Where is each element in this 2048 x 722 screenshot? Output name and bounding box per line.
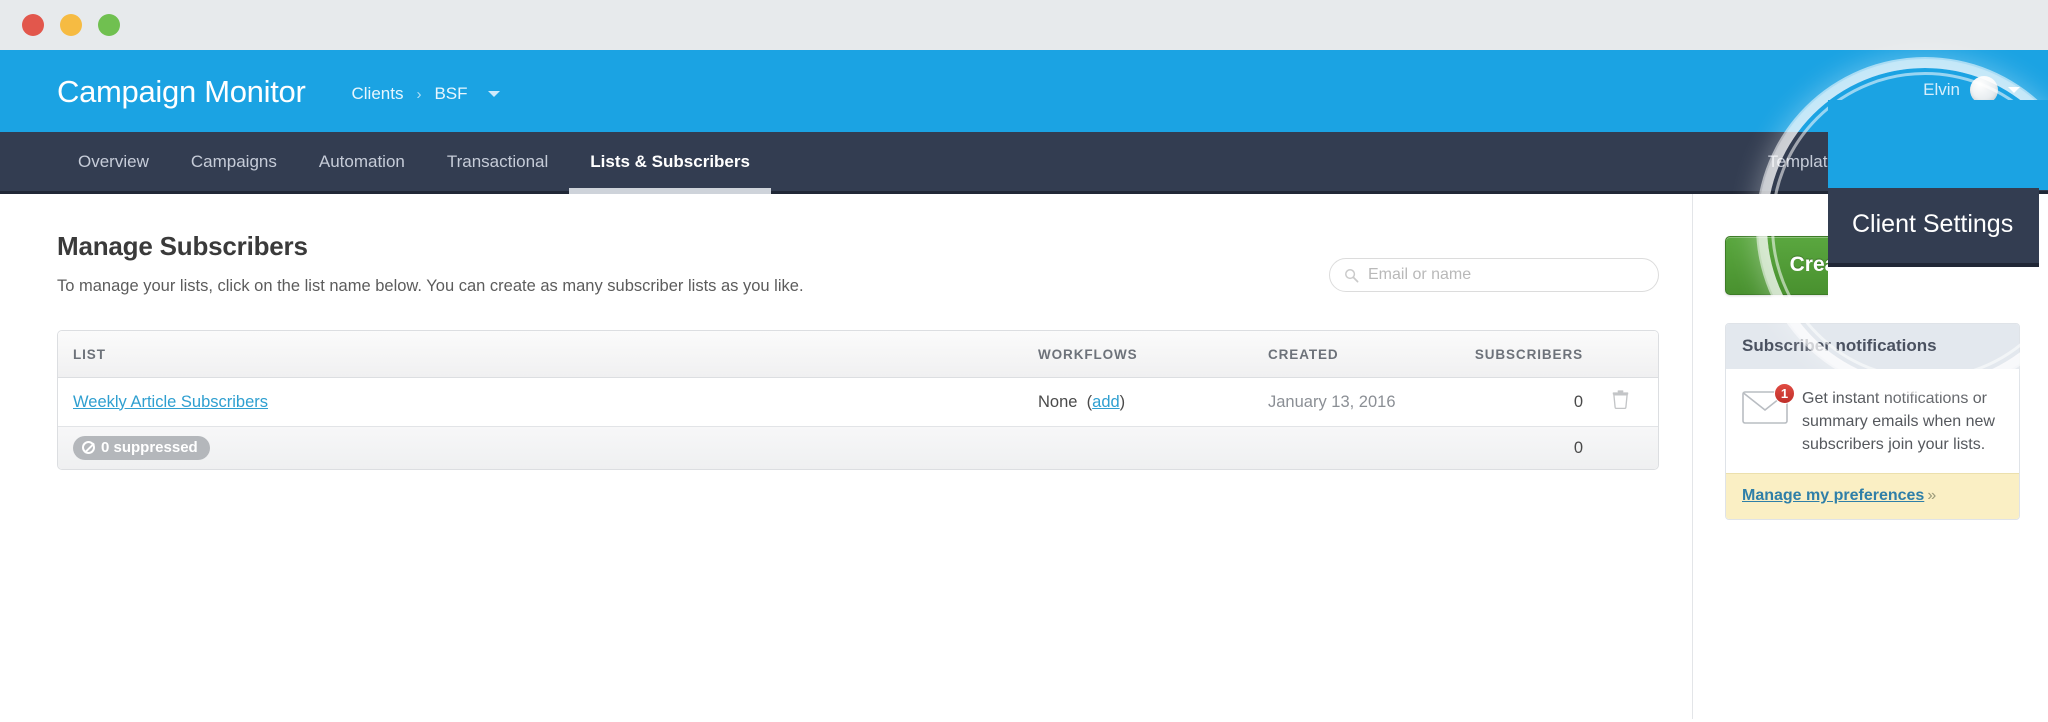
user-name: Elvin (1923, 80, 1960, 99)
panel-footer: Manage my preferences» (1726, 472, 2019, 519)
page-body: Manage Subscribers To manage your lists,… (0, 194, 2048, 719)
workflows-paren-close: ) (1119, 392, 1126, 411)
primary-nav: Overview Campaigns Automation Transactio… (0, 132, 2048, 194)
user-menu[interactable]: Elvin (1923, 76, 2020, 104)
suppressed-row: 0 suppressed 0 (58, 426, 1658, 469)
breadcrumb: Clients › BSF (351, 84, 500, 104)
column-header-list: LIST (73, 346, 106, 362)
block-icon (82, 441, 95, 454)
close-window-button[interactable] (22, 14, 44, 36)
suppressed-label: 0 suppressed (101, 439, 198, 456)
create-a-new-list-button[interactable]: Create a new list (1725, 236, 2020, 295)
add-workflow-link[interactable]: add (1092, 393, 1120, 411)
avatar (1970, 76, 1998, 104)
search-input[interactable] (1368, 266, 1635, 284)
subscriber-notifications-panel: Subscriber notifications 1 Get instant n… (1725, 323, 2020, 520)
user-chevron-down-icon[interactable] (2008, 87, 2020, 93)
breadcrumb-clients-link[interactable]: Clients (351, 84, 403, 104)
table-row: Weekly Article Subscribers None (add) Ja… (58, 378, 1658, 426)
subscriber-lists-table: LIST WORKFLOWS CREATED SUBSCRIBERS Weekl… (57, 330, 1659, 470)
browser-titlebar (0, 0, 2048, 50)
column-header-created: CREATED (1268, 346, 1339, 362)
main-content: Manage Subscribers To manage your lists,… (0, 194, 1693, 719)
right-sidebar: Create a new list Subscriber notificatio… (1693, 194, 2048, 719)
delete-icon[interactable] (1612, 390, 1629, 410)
column-header-workflows: WORKFLOWS (1038, 346, 1138, 362)
cell-suppressed-badge: 0 suppressed (58, 436, 1038, 460)
status-badge[interactable]: 0 suppressed (73, 436, 210, 460)
nav-left-group: Overview Campaigns Automation Transactio… (57, 132, 771, 194)
cell-subscriber-count: 0 (1573, 392, 1583, 411)
panel-body: 1 Get instant notifications or summary e… (1726, 369, 2019, 473)
app-logo: Campaign Monitor (57, 73, 306, 109)
panel-heading: Subscriber notifications (1726, 324, 2019, 369)
manage-my-preferences-link[interactable]: Manage my preferences (1742, 487, 1924, 504)
notification-count-badge: 1 (1774, 383, 1795, 404)
app-root: Campaign Monitor Clients › BSF Elvin Ove… (0, 0, 2048, 722)
nav-item-client-settings[interactable]: Client Settings (1866, 132, 2018, 191)
cell-actions (1583, 390, 1658, 414)
nav-item-campaigns[interactable]: Campaigns (170, 132, 298, 191)
table-header-row: LIST WORKFLOWS CREATED SUBSCRIBERS (58, 331, 1658, 378)
nav-right-group: Templates Client Settings (1747, 132, 2018, 191)
search-box[interactable] (1329, 258, 1659, 292)
envelope-icon-wrapper: 1 (1742, 383, 1795, 429)
cell-created-date: January 13, 2016 (1268, 392, 1396, 411)
minimize-window-button[interactable] (60, 14, 82, 36)
brand-header: Campaign Monitor Clients › BSF Elvin (0, 50, 2048, 132)
maximize-window-button[interactable] (98, 14, 120, 36)
breadcrumb-current-client[interactable]: BSF (434, 84, 467, 104)
nav-item-automation[interactable]: Automation (298, 132, 426, 191)
cell-suppressed-count: 0 (1573, 438, 1583, 457)
list-name-link[interactable]: Weekly Article Subscribers (73, 393, 268, 411)
search-container (1329, 258, 1659, 292)
nav-item-transactional[interactable]: Transactional (426, 132, 569, 191)
double-chevron-icon: » (1927, 486, 1937, 504)
cell-list-name: Weekly Article Subscribers (58, 393, 1038, 412)
chevron-down-icon[interactable] (487, 91, 500, 97)
panel-description: Get instant notifications or summary ema… (1802, 390, 1995, 454)
nav-item-templates[interactable]: Templates (1747, 132, 1866, 191)
breadcrumb-separator-icon: › (416, 85, 422, 103)
window-controls (22, 14, 120, 36)
search-icon (1345, 268, 1359, 282)
workflows-value: None (1038, 392, 1078, 411)
nav-item-lists-and-subscribers[interactable]: Lists & Subscribers (569, 132, 771, 194)
cell-workflows: None (add) (1038, 393, 1268, 412)
workflows-paren-open: ( (1082, 392, 1093, 411)
nav-item-overview[interactable]: Overview (57, 132, 170, 191)
column-header-subscribers: SUBSCRIBERS (1474, 346, 1583, 362)
